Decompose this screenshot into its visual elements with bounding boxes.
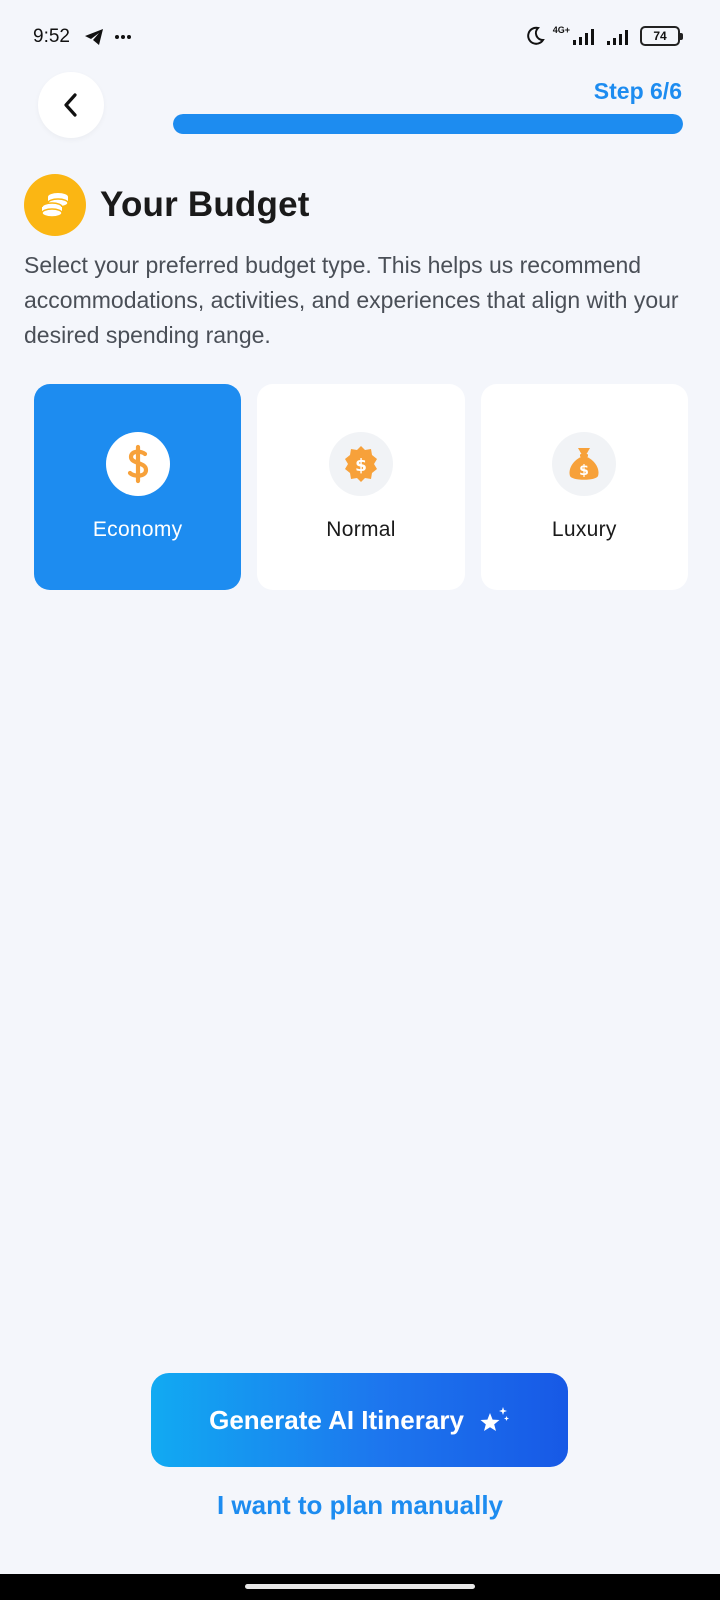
progress-bar — [173, 114, 683, 134]
step-indicator: Step 6/6 — [593, 78, 682, 104]
progress-fill — [173, 114, 683, 134]
svg-text:$: $ — [355, 456, 367, 476]
plan-manually-link[interactable]: I want to plan manually — [0, 1490, 720, 1521]
generate-button-label: Generate AI Itinerary — [209, 1404, 464, 1435]
title-row: Your Budget — [24, 174, 310, 236]
budget-options: Economy $ Normal $ Luxury — [34, 384, 688, 590]
option-label: Economy — [92, 518, 183, 541]
generate-itinerary-button[interactable]: Generate AI Itinerary — [151, 1373, 568, 1467]
page-description: Select your preferred budget type. This … — [24, 252, 679, 348]
chevron-left-icon — [64, 93, 77, 117]
option-luxury[interactable]: $ Luxury — [480, 384, 688, 590]
sparkle-star-icon — [480, 1407, 509, 1431]
dollar-badge-icon: $ — [328, 432, 393, 496]
battery-icon: 74 — [640, 26, 683, 46]
back-button[interactable] — [38, 72, 104, 138]
network-type: 4G+ — [552, 25, 570, 35]
option-label: Normal — [326, 518, 396, 541]
moon-icon — [526, 26, 545, 45]
signal-icon — [573, 29, 594, 45]
budget-screen: 9:52 4G+ 74 Step 6/6 Your Budget Select … — [0, 0, 720, 1600]
telegram-icon — [85, 29, 103, 45]
system-nav-bar — [0, 1574, 720, 1600]
home-indicator[interactable] — [245, 1584, 475, 1589]
coins-icon — [24, 174, 86, 236]
status-right-icons: 4G+ 74 — [525, 25, 683, 46]
svg-text:$: $ — [579, 463, 589, 479]
status-bar: 9:52 4G+ 74 — [0, 0, 720, 72]
signal-icon-2 — [607, 30, 628, 45]
option-economy[interactable]: Economy — [34, 384, 242, 590]
option-normal[interactable]: $ Normal — [257, 384, 465, 590]
status-left-icons — [84, 28, 132, 46]
dollar-sign-icon — [105, 432, 170, 496]
money-bag-icon: $ — [552, 432, 617, 496]
option-label: Luxury — [551, 518, 617, 541]
status-time: 9:52 — [33, 26, 70, 47]
page-title: Your Budget — [100, 185, 310, 224]
more-dots-icon — [115, 35, 131, 39]
